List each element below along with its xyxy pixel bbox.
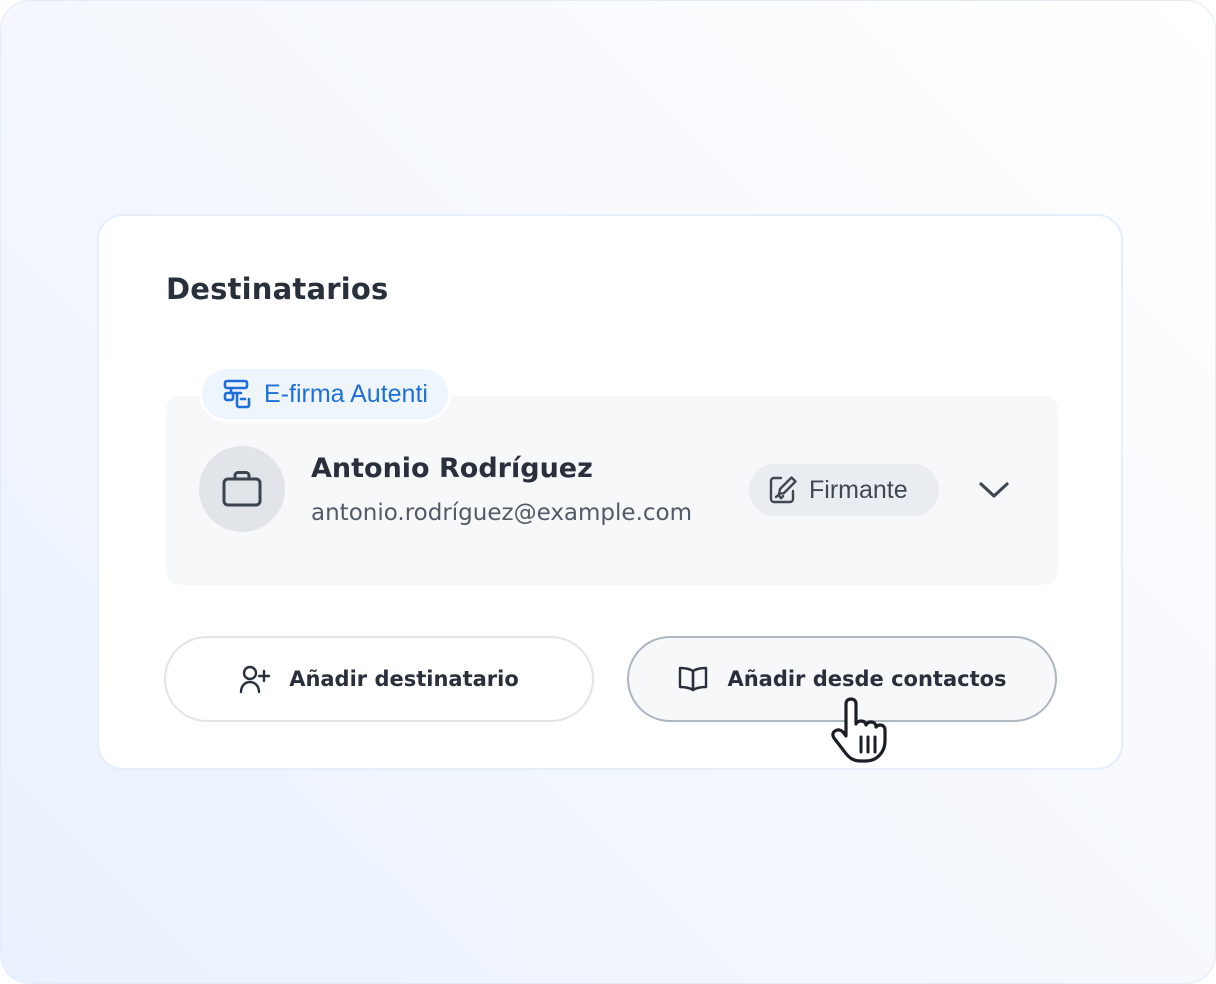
add-recipient-button[interactable]: Añadir destinatario xyxy=(164,636,594,722)
role-label: Firmante xyxy=(809,475,908,504)
signature-pen-icon xyxy=(769,476,797,504)
user-plus-icon xyxy=(239,665,271,694)
add-recipient-label: Añadir destinatario xyxy=(289,667,519,691)
expand-recipient-button[interactable] xyxy=(974,472,1014,508)
chevron-down-icon xyxy=(979,482,1009,498)
briefcase-icon xyxy=(222,471,262,507)
recipient-avatar xyxy=(199,446,285,532)
recipient-row: Antonio Rodríguez antonio.rodríguez@exam… xyxy=(166,396,1058,585)
section-title: Destinatarios xyxy=(166,272,389,306)
recipient-email: antonio.rodríguez@example.com xyxy=(311,500,693,526)
hand-pointer-cursor-icon xyxy=(827,693,893,770)
add-from-contacts-label: Añadir desde contactos xyxy=(727,667,1007,691)
book-open-icon xyxy=(679,666,708,692)
autenti-signature-icon xyxy=(223,379,251,409)
signature-type-label: E-firma Autenti xyxy=(264,379,428,408)
recipients-card: Destinatarios Antonio Rodríguez antonio.… xyxy=(97,214,1123,770)
recipient-name: Antonio Rodríguez xyxy=(311,453,593,484)
signature-type-tag: E-firma Autenti xyxy=(199,366,451,422)
background-frame: Destinatarios Antonio Rodríguez antonio.… xyxy=(0,0,1216,984)
role-dropdown[interactable]: Firmante xyxy=(749,464,939,516)
